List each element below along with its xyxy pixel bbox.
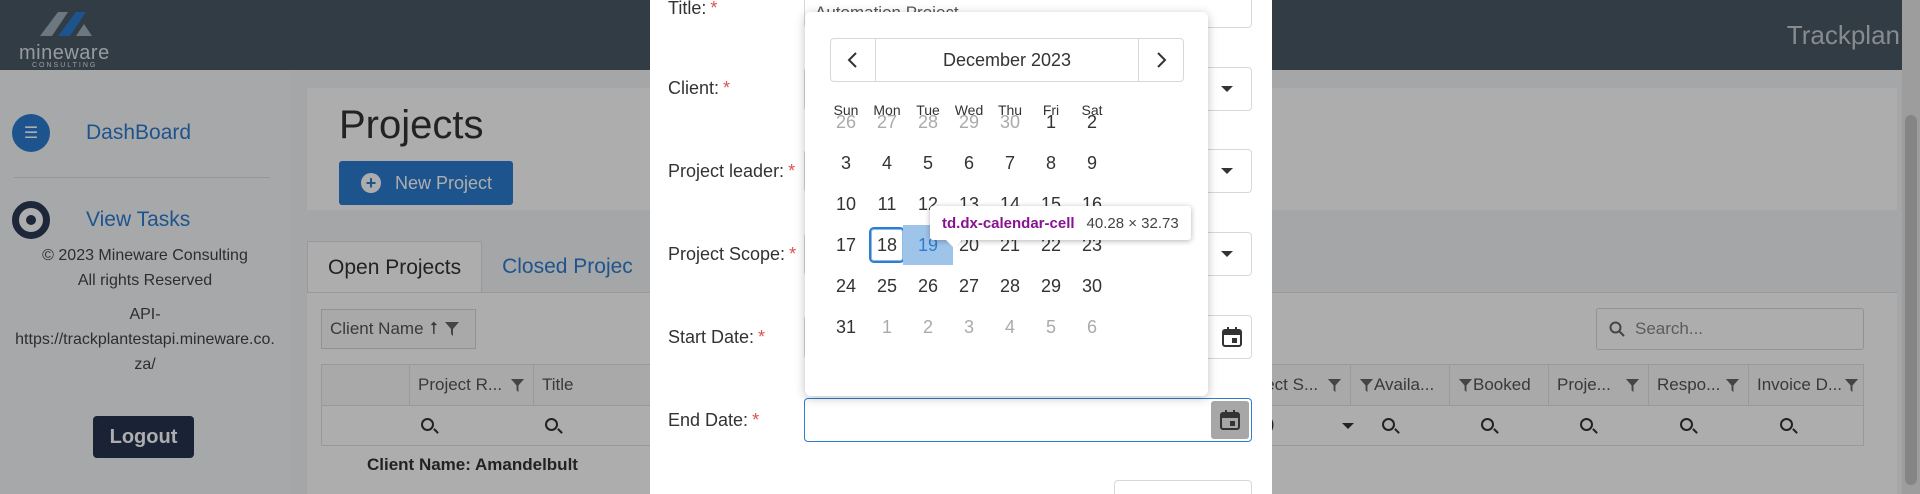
calendar-cell-label: 4 [1004, 316, 1015, 337]
chevron-down-icon [1221, 86, 1233, 92]
calendar-cell-label: 11 [877, 193, 897, 214]
calendar-cell[interactable]: 9 [1067, 143, 1117, 183]
calendar-cell-label: 1 [1045, 111, 1056, 132]
field-label-title: Title: * [668, 0, 718, 18]
chevron-down-icon [1221, 251, 1233, 257]
inspector-tooltip: td.dx-calendar-cell 40.28 × 32.73 [930, 206, 1191, 248]
calendar-cell[interactable]: 2 [1067, 102, 1117, 142]
inspector-dimensions: 40.28 × 32.73 [1086, 214, 1179, 232]
calendar-cell-label: 27 [958, 275, 980, 296]
calendar-cell-label: 8 [1045, 152, 1056, 173]
calendar-cell-label: 25 [876, 275, 898, 296]
calendar-cell-label: 1 [881, 316, 892, 337]
field-label-client: Client: * [668, 78, 731, 98]
calendar-cell-label: 28 [917, 111, 939, 132]
calendar-cell-label: 27 [876, 111, 898, 132]
calendar-cell-label: 7 [1004, 152, 1015, 173]
calendar-cell-label: 26 [917, 275, 939, 296]
calendar-cell-label: 24 [835, 275, 857, 296]
calendar-icon[interactable] [1221, 326, 1243, 348]
dialog-action-button[interactable] [1114, 480, 1252, 494]
chevron-left-icon [847, 52, 857, 68]
calendar-button[interactable] [1211, 401, 1249, 439]
calendar-cell-label: 28 [999, 275, 1021, 296]
calendar-cell-label: 3 [840, 152, 851, 173]
calendar-next-button[interactable] [1139, 39, 1183, 81]
calendar-cell-label: 5 [922, 152, 933, 173]
calendar-cell-label: 18 [869, 227, 905, 263]
calendar-icon [1220, 410, 1240, 430]
field-label-project-leader: Project leader: * [668, 161, 796, 181]
calendar-month-caption[interactable]: December 2023 [875, 39, 1139, 81]
field-label-start-date: Start Date: * [668, 327, 766, 347]
calendar-cell-label: 2 [922, 316, 933, 337]
calendar-cell[interactable]: 30 [1067, 266, 1117, 306]
calendar-cell-label: 29 [958, 111, 980, 132]
calendar-cell-label: 5 [1045, 316, 1056, 337]
calendar-cell-label: 4 [881, 152, 892, 173]
calendar-cell-label: 6 [1086, 316, 1097, 337]
chevron-right-icon [1157, 52, 1167, 68]
calendar-cell-label: 29 [1040, 275, 1062, 296]
calendar-cell-label: 30 [1081, 275, 1103, 296]
calendar-cell-label: 2 [1086, 111, 1097, 132]
calendar-cell-label: 30 [999, 111, 1021, 132]
calendar-popup: December 2023 Sun Mon Tue Wed Thu Fri Sat 26 27… [805, 12, 1208, 396]
chevron-down-icon [1221, 168, 1233, 174]
calendar-cell-label: 9 [1086, 152, 1097, 173]
calendar-cell-label: 26 [835, 111, 857, 132]
calendar-cell-label: 10 [835, 193, 857, 214]
field-label-end-date: End Date: * [668, 410, 760, 430]
calendar-cell-label: 3 [963, 316, 974, 337]
calendar-cell-label: 31 [835, 316, 857, 337]
calendar-cell[interactable]: 6 [1067, 307, 1117, 347]
field-label-project-scope: Project Scope: * [668, 244, 797, 264]
calendar-prev-button[interactable] [831, 39, 875, 81]
calendar-cell-label: 17 [835, 234, 857, 255]
inspector-selector: td.dx-calendar-cell [942, 214, 1075, 232]
calendar-navigator: December 2023 [830, 38, 1184, 82]
end-date-input[interactable] [804, 398, 1252, 442]
calendar-cell-label: 6 [963, 152, 974, 173]
